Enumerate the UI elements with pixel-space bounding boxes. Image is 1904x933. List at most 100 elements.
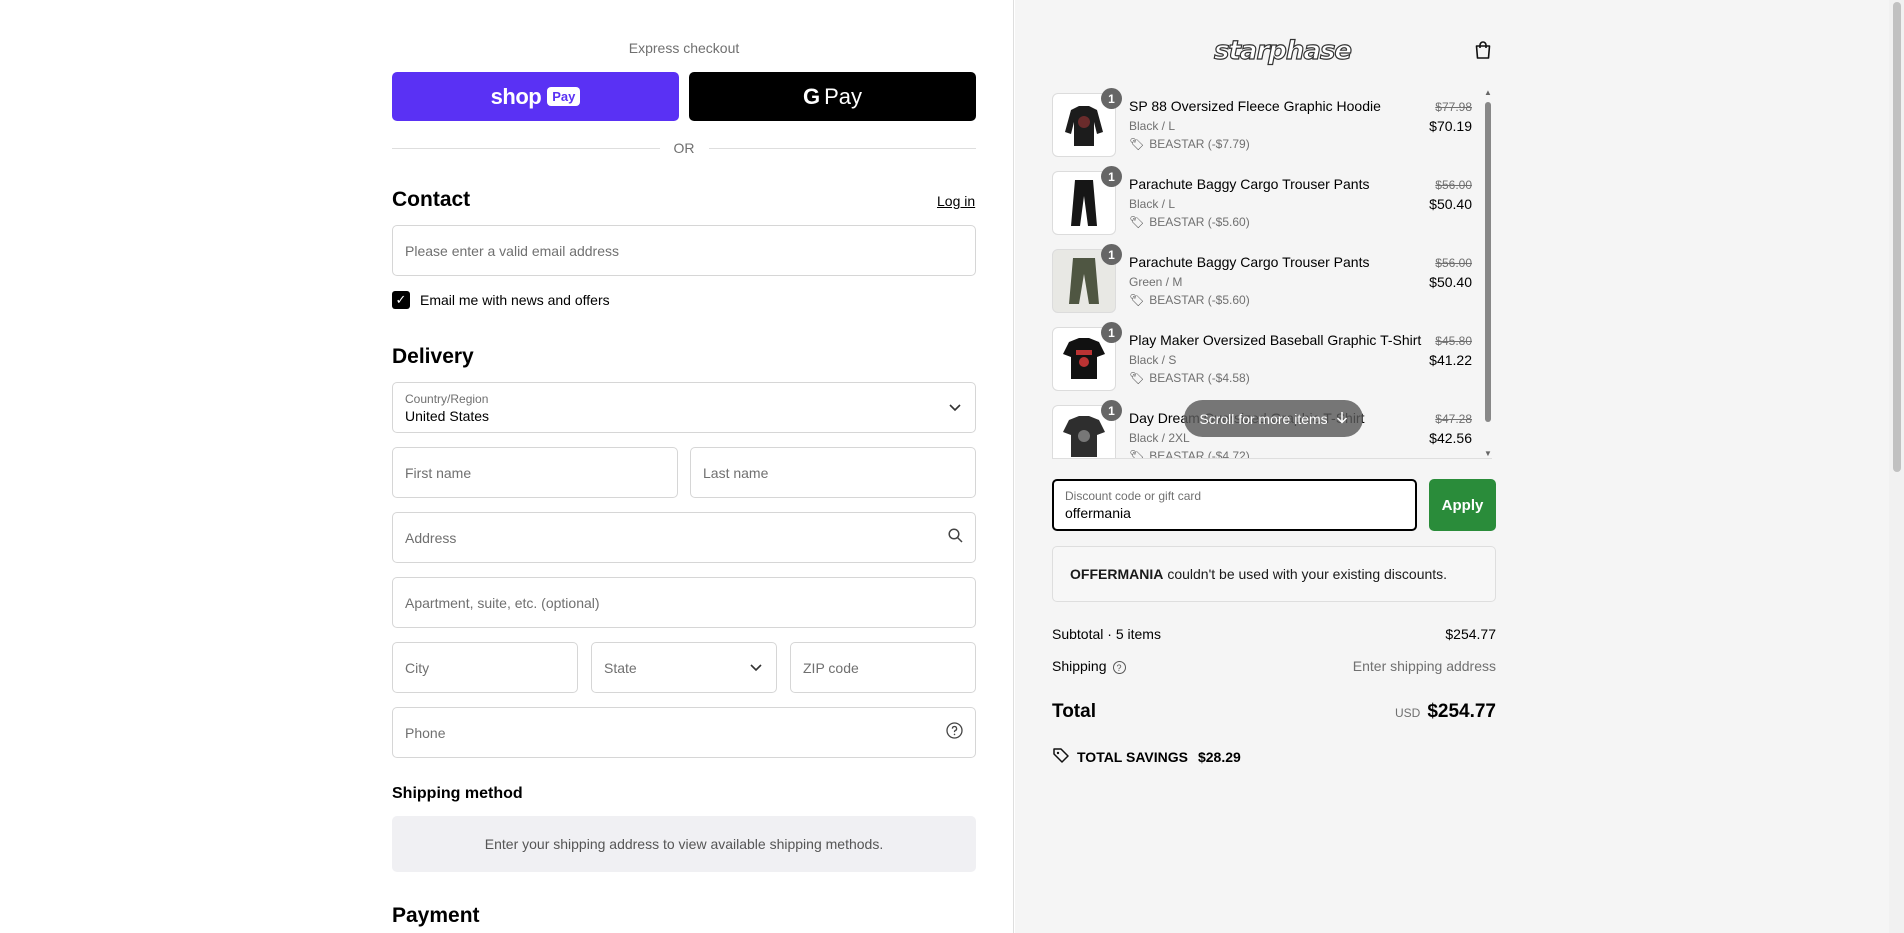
shop-pay-badge: Pay (547, 87, 581, 106)
country-label: Country/Region (405, 391, 489, 406)
item-original-price: $45.80 (1435, 334, 1472, 348)
discount-error-code: OFFERMANIA (1070, 566, 1164, 582)
item-discount: 🏷 BEASTAR (-$5.60) (1129, 215, 1250, 229)
discount-label: Discount code or gift card (1065, 489, 1202, 503)
quantity-badge: 1 (1101, 244, 1122, 265)
total-value: $254.77 (1427, 701, 1496, 722)
item-price: $70.19 (1429, 118, 1472, 134)
contact-heading: Contact (392, 188, 471, 211)
state-select[interactable]: State (591, 642, 777, 693)
phone-placeholder: Phone (405, 724, 446, 741)
zip-field[interactable]: ZIP code (790, 642, 976, 693)
item-name: Play Maker Oversized Baseball Graphic T-… (1129, 332, 1422, 348)
newsletter-checkbox-row[interactable]: ✓ Email me with news and offers (392, 291, 610, 309)
item-discount: 🏷 BEASTAR (-$7.79) (1129, 137, 1250, 151)
item-discount-label: BEASTAR (-$5.60) (1149, 293, 1250, 307)
shipping-method-heading: Shipping method (392, 785, 523, 802)
tag-icon: 🏷 (1129, 293, 1145, 307)
item-price: $50.40 (1429, 196, 1472, 212)
country-select[interactable]: Country/Region United States (392, 382, 976, 433)
discount-value: offermania (1065, 505, 1131, 521)
email-field[interactable]: Please enter a valid email address (392, 225, 976, 276)
scroll-down-arrow-icon[interactable]: ▼ (1484, 449, 1492, 458)
discount-error-text: couldn't be used with your existing disc… (1167, 566, 1448, 582)
item-discount-label: BEASTAR (-$4.72) (1149, 449, 1250, 458)
or-divider: OR (392, 140, 976, 156)
google-g-icon: G (802, 83, 821, 109)
item-name: SP 88 Oversized Fleece Graphic Hoodie (1129, 98, 1381, 114)
help-icon[interactable] (946, 721, 963, 744)
checkout-form-panel: Express checkout shop Pay G Pay OR Conta… (0, 0, 1014, 933)
chevron-down-icon (750, 661, 762, 675)
item-variant: Black / 2XL (1129, 431, 1190, 445)
scroll-up-arrow-icon[interactable]: ▲ (1484, 88, 1492, 97)
item-original-price: $56.00 (1435, 256, 1472, 270)
item-name: Parachute Baggy Cargo Trouser Pants (1129, 176, 1370, 192)
or-label: OR (673, 140, 695, 156)
cart-list-scrollbar[interactable]: ▲ ▼ (1484, 88, 1492, 458)
arrow-down-icon (1336, 411, 1348, 427)
savings-tag-icon (1052, 747, 1070, 767)
item-price: $42.56 (1429, 430, 1472, 446)
cart-list-scroll-thumb[interactable] (1485, 102, 1491, 422)
subtotal-label: Subtotal · 5 items (1052, 626, 1161, 642)
search-icon (948, 527, 963, 548)
quantity-badge: 1 (1101, 166, 1122, 187)
item-variant: Black / S (1129, 353, 1177, 367)
shipping-method-placeholder: Enter your shipping address to view avai… (392, 816, 976, 872)
google-pay-label: Pay (824, 83, 863, 109)
apply-discount-button[interactable]: Apply (1429, 479, 1496, 531)
country-value: United States (405, 407, 490, 424)
first-name-placeholder: First name (405, 464, 472, 481)
first-name-field[interactable]: First name (392, 447, 678, 498)
cart-item: 1 Parachute Baggy Cargo Trouser Pants Gr… (1052, 244, 1482, 314)
tag-icon: 🏷 (1129, 371, 1145, 385)
shipping-help-icon[interactable]: ? (1112, 661, 1126, 674)
item-original-price: $47.28 (1435, 412, 1472, 426)
item-discount-label: BEASTAR (-$4.58) (1149, 371, 1250, 385)
address-field[interactable]: Address (392, 512, 976, 563)
item-discount-label: BEASTAR (-$5.60) (1149, 215, 1250, 229)
payment-heading: Payment (392, 904, 480, 927)
tag-icon: 🏷 (1129, 449, 1145, 458)
page-scrollbar[interactable] (1889, 0, 1904, 933)
total-label: Total (1052, 701, 1096, 722)
phone-field[interactable]: Phone (392, 707, 976, 758)
state-placeholder: State (604, 659, 637, 676)
page-scroll-thumb[interactable] (1893, 2, 1901, 472)
total-row: Total USD $254.77 (1052, 701, 1496, 723)
delivery-heading: Delivery (392, 345, 474, 368)
email-placeholder: Please enter a valid email address (405, 242, 620, 259)
total-savings: TOTAL SAVINGS $28.29 (1052, 747, 1241, 767)
chevron-down-icon (949, 401, 961, 415)
login-link[interactable]: Log in (937, 193, 975, 209)
apartment-field[interactable]: Apartment, suite, etc. (optional) (392, 577, 976, 628)
total-currency: USD (1394, 706, 1421, 720)
newsletter-checkbox[interactable]: ✓ (392, 291, 410, 309)
item-discount: 🏷 BEASTAR (-$4.58) (1129, 371, 1250, 385)
item-variant: Black / L (1129, 197, 1176, 211)
quantity-badge: 1 (1101, 322, 1122, 343)
express-checkout-title: Express checkout (628, 40, 740, 56)
subtotal-value: $254.77 (1445, 626, 1496, 642)
shipping-row: Shipping? Enter shipping address (1052, 658, 1496, 674)
cart-item: 1 Play Maker Oversized Baseball Graphic … (1052, 322, 1482, 392)
cart-item: 1 SP 88 Oversized Fleece Graphic Hoodie … (1052, 88, 1482, 158)
scroll-hint-label: Scroll for more items (1199, 410, 1328, 427)
tag-icon: 🏷 (1129, 137, 1145, 151)
zip-placeholder: ZIP code (803, 659, 859, 676)
item-discount: 🏷 BEASTAR (-$5.60) (1129, 293, 1250, 307)
store-logo[interactable]: starphase (1213, 35, 1352, 66)
shop-pay-button[interactable]: shop Pay (392, 72, 679, 121)
city-field[interactable]: City (392, 642, 578, 693)
google-pay-button[interactable]: G Pay (689, 72, 976, 121)
discount-code-input[interactable]: Discount code or gift card offermania (1052, 479, 1417, 531)
discount-error-notice: OFFERMANIA couldn't be used with your ex… (1052, 546, 1496, 602)
last-name-field[interactable]: Last name (690, 447, 976, 498)
scroll-for-more-button[interactable]: Scroll for more items (1184, 400, 1363, 437)
item-price: $41.22 (1429, 352, 1472, 368)
item-original-price: $56.00 (1435, 178, 1472, 192)
quantity-badge: 1 (1101, 400, 1122, 421)
item-variant: Green / M (1129, 275, 1183, 289)
shopping-bag-icon[interactable] (1473, 40, 1493, 60)
